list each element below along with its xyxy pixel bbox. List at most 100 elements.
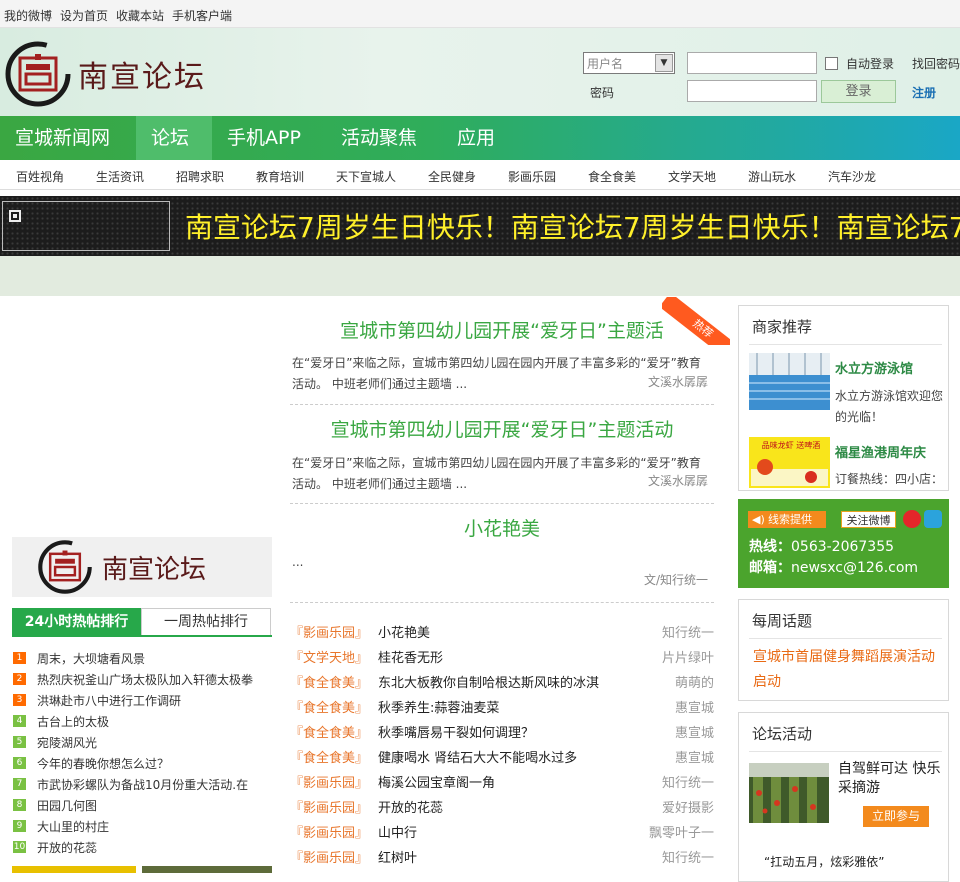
password-input[interactable] (687, 80, 817, 102)
thumbnail-image[interactable] (12, 866, 136, 873)
my-weibo-link[interactable]: 我的微博 (4, 7, 52, 24)
featured-title[interactable]: 宣城市第四幼儿园开展“爱牙日”主题活 (290, 316, 714, 343)
thread-category[interactable]: 『影画乐园』 (290, 622, 368, 641)
username-type-select[interactable]: 用户名 ▼ (583, 52, 675, 74)
thread-row[interactable]: 『影画乐园』 小花艳美 知行统一 (290, 618, 714, 643)
hot-post-row[interactable]: 6 今年的春晚你想怎么过？ (12, 753, 272, 774)
thread-author[interactable]: 萌萌的 (675, 672, 714, 691)
hot-post-title[interactable]: 市武协彩螺队为备战10月份重大活动.在 (37, 776, 248, 793)
thread-title[interactable]: 开放的花蕊 (378, 797, 443, 816)
thumbnail-image[interactable] (142, 866, 272, 873)
thread-title[interactable]: 桂花香无形 (378, 647, 443, 666)
thread-category[interactable]: 『食全食美』 (290, 672, 368, 691)
thread-category[interactable]: 『食全食美』 (290, 697, 368, 716)
featured-source[interactable]: 文/知行统一 (644, 571, 708, 588)
hot-post-row[interactable]: 10 开放的花蕊 (12, 837, 272, 858)
register-link[interactable]: 注册 (912, 84, 936, 101)
nav-item-events[interactable]: 活动聚焦 (326, 116, 432, 160)
thread-title[interactable]: 健康喝水 肾结石大大不能喝水过多 (378, 747, 577, 766)
thread-title[interactable]: 小花艳美 (378, 622, 430, 641)
thread-title[interactable]: 秋季养生:蒜蓉油麦菜 (378, 697, 499, 716)
thread-author[interactable]: 片片绿叶 (662, 647, 714, 666)
thread-category[interactable]: 『影画乐园』 (290, 847, 368, 866)
hot-post-row[interactable]: 1 周末，大坝塘看风景 (12, 648, 272, 669)
thread-title[interactable]: 红树叶 (378, 847, 417, 866)
hot-post-title[interactable]: 田园几何图 (37, 797, 97, 814)
weibo-icon[interactable] (903, 510, 921, 528)
hot-post-row[interactable]: 8 田园几何图 (12, 795, 272, 816)
thread-row[interactable]: 『影画乐园』 红树叶 知行统一 (290, 843, 714, 868)
subnav-item[interactable]: 招聘求职 (176, 168, 224, 185)
hot-post-row[interactable]: 4 古台上的太极 (12, 711, 272, 732)
join-now-button[interactable]: 立即参与 (863, 806, 929, 827)
featured-title[interactable]: 小花艳美 (290, 514, 714, 541)
nav-item-apps[interactable]: 应用 (442, 116, 510, 160)
subnav-item[interactable]: 食全食美 (588, 168, 636, 185)
thread-author[interactable]: 知行统一 (662, 772, 714, 791)
hot-post-title[interactable]: 洪琳赴市八中进行工作调研 (37, 692, 181, 709)
thread-title[interactable]: 梅溪公园宝章阁一角 (378, 772, 495, 791)
thread-row[interactable]: 『文学天地』 桂花香无形 片片绿叶 (290, 643, 714, 668)
thread-category[interactable]: 『影画乐园』 (290, 797, 368, 816)
featured-source[interactable]: 文溪水孱孱 (648, 373, 708, 390)
hot-post-title[interactable]: 热烈庆祝釜山广场太极队加入轩德太极拳 (37, 671, 253, 688)
bookmark-link[interactable]: 收藏本站 (116, 7, 164, 24)
thread-row[interactable]: 『食全食美』 秋季嘴唇易干裂如何调理？ 惠宣城 (290, 718, 714, 743)
login-button[interactable]: 登录 (821, 80, 896, 103)
thread-category[interactable]: 『文学天地』 (290, 647, 368, 666)
subnav-item[interactable]: 生活资讯 (96, 168, 144, 185)
activity-title[interactable]: 自驾鲜可达 快乐采摘游 (838, 760, 943, 798)
auto-login-checkbox[interactable] (825, 57, 838, 70)
hot-post-row[interactable]: 3 洪琳赴市八中进行工作调研 (12, 690, 272, 711)
thread-category[interactable]: 『食全食美』 (290, 722, 368, 741)
thread-category[interactable]: 『影画乐园』 (290, 772, 368, 791)
nav-item-forum[interactable]: 论坛 (136, 116, 212, 160)
email-address[interactable]: newsxc@126.com (791, 560, 918, 576)
tab-24h-hot[interactable]: 24小时热帖排行 (12, 608, 141, 637)
forum-logo-icon[interactable] (4, 40, 72, 108)
merchant-name[interactable]: 福星渔港周年庆 (835, 442, 926, 461)
hot-post-row[interactable]: 2 热烈庆祝釜山广场太极队加入轩德太极拳 (12, 669, 272, 690)
subnav-item[interactable]: 天下宣城人 (336, 168, 396, 185)
thread-row[interactable]: 『影画乐园』 开放的花蕊 爱好摄影 (290, 793, 714, 818)
subnav-item[interactable]: 全民健身 (428, 168, 476, 185)
thread-row[interactable]: 『食全食美』 秋季养生:蒜蓉油麦菜 惠宣城 (290, 693, 714, 718)
thread-row[interactable]: 『食全食美』 健康喝水 肾结石大大不能喝水过多 惠宣城 (290, 743, 714, 768)
thread-category[interactable]: 『食全食美』 (290, 747, 368, 766)
thread-author[interactable]: 惠宣城 (675, 747, 714, 766)
thread-title[interactable]: 东北大板教你自制哈根达斯风味的冰淇 (378, 672, 599, 691)
chevron-down-icon[interactable]: ▼ (655, 54, 673, 72)
set-homepage-link[interactable]: 设为首页 (60, 7, 108, 24)
thread-author[interactable]: 惠宣城 (675, 697, 714, 716)
subnav-item[interactable]: 百姓视角 (16, 168, 64, 185)
hot-post-title[interactable]: 宛陵湖风光 (37, 734, 97, 751)
tomato-greenhouse-image[interactable] (749, 763, 829, 823)
thread-row[interactable]: 『影画乐园』 山中行 飘零叶子一 (290, 818, 714, 843)
featured-post[interactable]: 宣城市第四幼儿园开展“爱牙日”主题活动 在“爱牙日”来临之际，宣城市第四幼儿园在… (290, 415, 714, 495)
subnav-item[interactable]: 汽车沙龙 (828, 168, 876, 185)
forgot-password-link[interactable]: 找回密码 (912, 55, 960, 72)
follow-weibo-button[interactable]: 关注微博 (841, 511, 896, 528)
username-input[interactable] (687, 52, 817, 74)
thread-category[interactable]: 『影画乐园』 (290, 822, 368, 841)
featured-source[interactable]: 文溪水孱孱 (648, 472, 708, 489)
weekly-topic-link[interactable]: 宣城市首届健身舞蹈展演活动启动 (753, 645, 945, 695)
thread-author[interactable]: 知行统一 (662, 847, 714, 866)
thread-row[interactable]: 『食全食美』 东北大板教你自制哈根达斯风味的冰淇 萌萌的 (290, 668, 714, 693)
mobile-client-link[interactable]: 手机客户端 (172, 7, 232, 24)
subnav-item[interactable]: 影画乐园 (508, 168, 556, 185)
thread-title[interactable]: 山中行 (378, 822, 417, 841)
scrolling-banner[interactable]: 南宣论坛7周岁生日快乐！南宣论坛7周岁生日快乐！南宣论坛7 (0, 196, 960, 256)
tencent-weibo-icon[interactable] (924, 510, 942, 528)
news-tip-button[interactable]: ◀) 线索提供 (748, 511, 826, 528)
nav-item-mobile-app[interactable]: 手机APP (212, 116, 316, 160)
hot-post-title[interactable]: 今年的春晚你想怎么过？ (37, 755, 169, 772)
hot-post-title[interactable]: 周末，大坝塘看风景 (37, 650, 145, 667)
nav-item-xuancheng-news[interactable]: 宣城新闻网 (0, 116, 125, 160)
tab-weekly-hot[interactable]: 一周热帖排行 (141, 608, 271, 635)
featured-title[interactable]: 宣城市第四幼儿园开展“爱牙日”主题活动 (290, 415, 714, 442)
subnav-item[interactable]: 文学天地 (668, 168, 716, 185)
merchant-name[interactable]: 水立方游泳馆 (835, 358, 913, 377)
thread-author[interactable]: 知行统一 (662, 622, 714, 641)
activity-next-title[interactable]: “扛动五月，炫彩雅依” (764, 853, 884, 870)
